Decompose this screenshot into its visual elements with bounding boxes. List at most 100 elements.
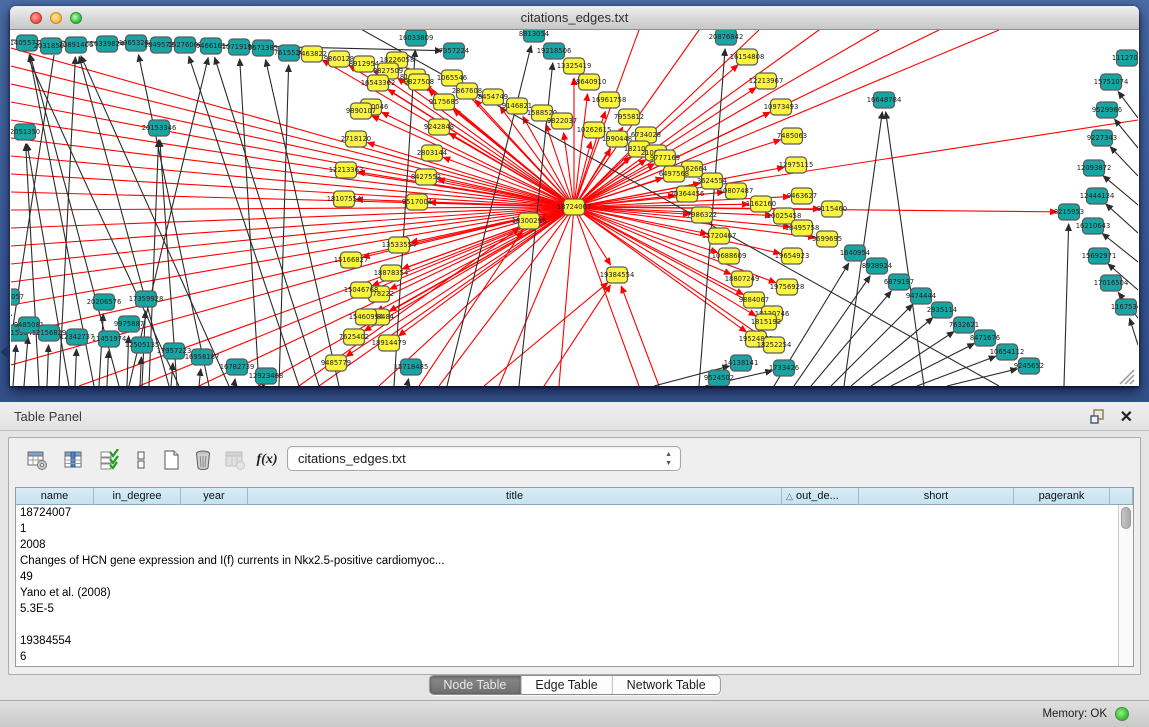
graph-edge[interactable] bbox=[402, 207, 574, 269]
graph-node[interactable]: 11451974 bbox=[92, 331, 127, 347]
graph-edge[interactable] bbox=[1106, 204, 1138, 233]
graph-node[interactable]: 12093872 bbox=[1077, 160, 1112, 176]
graph-node[interactable]: 18107554 bbox=[327, 191, 362, 207]
column-header-title[interactable]: title bbox=[248, 488, 782, 505]
tab-node-table[interactable]: Node Table bbox=[429, 676, 521, 694]
graph-node[interactable]: 9777169 bbox=[650, 150, 680, 166]
graph-node[interactable]: 9524502 bbox=[704, 370, 734, 386]
graph-node[interactable]: 9890107 bbox=[346, 103, 376, 119]
graph-node[interactable]: 12444134 bbox=[1080, 188, 1115, 204]
graph-node[interactable]: 9245652 bbox=[1014, 358, 1044, 374]
graph-edge[interactable] bbox=[240, 59, 259, 386]
graph-node[interactable]: 9175685 bbox=[429, 94, 459, 110]
graph-node[interactable]: 1733426 bbox=[769, 360, 799, 376]
graph-edge[interactable] bbox=[851, 318, 933, 386]
graph-node[interactable]: 20206576 bbox=[87, 294, 122, 310]
graph-node[interactable]: 8938924 bbox=[862, 258, 892, 274]
tab-network-table[interactable]: Network Table bbox=[613, 676, 720, 694]
graph-node[interactable]: 6497568 bbox=[659, 166, 689, 182]
graph-node[interactable]: 7357224 bbox=[439, 43, 469, 59]
graph-node[interactable]: 1162160 bbox=[746, 196, 776, 212]
graph-node[interactable]: 20891406 bbox=[59, 37, 94, 53]
graph-edge[interactable] bbox=[917, 356, 996, 386]
graph-node[interactable]: 9822037 bbox=[547, 113, 577, 129]
graph-node[interactable]: 16154808 bbox=[730, 49, 765, 65]
graph-node[interactable]: 15720407 bbox=[702, 228, 737, 244]
row-height-icon[interactable] bbox=[127, 446, 155, 474]
graph-edge[interactable] bbox=[372, 116, 574, 207]
graph-edge[interactable] bbox=[11, 207, 574, 210]
graph-edge[interactable] bbox=[419, 231, 522, 386]
show-columns-icon[interactable] bbox=[59, 446, 87, 474]
graph-node[interactable]: 15751074 bbox=[1094, 74, 1129, 90]
graph-edge[interactable] bbox=[1115, 119, 1138, 148]
column-header-short[interactable]: short bbox=[859, 488, 1014, 505]
graph-node[interactable]: 18640910 bbox=[572, 74, 607, 90]
graph-node[interactable]: 20153346 bbox=[142, 120, 177, 136]
tab-edge-table[interactable]: Edge Table bbox=[521, 676, 612, 694]
graph-node[interactable]: 10807487 bbox=[719, 183, 754, 199]
table-cell[interactable]: Changes of HCN gene expression and I(f) … bbox=[16, 553, 1133, 569]
graph-edge[interactable] bbox=[11, 48, 574, 207]
graph-node[interactable]: 9242848 bbox=[424, 119, 454, 135]
column-header-year[interactable]: year bbox=[181, 488, 248, 505]
graph-node[interactable]: 9699695 bbox=[812, 231, 842, 247]
graph-node[interactable]: 16648784 bbox=[867, 92, 902, 108]
graph-node[interactable]: 2803144 bbox=[417, 145, 447, 161]
graph-node[interactable]: 14138141 bbox=[724, 355, 759, 371]
graph-node[interactable]: 15718485 bbox=[394, 359, 429, 375]
graph-edge[interactable] bbox=[886, 112, 924, 386]
graph-node[interactable]: 8813054 bbox=[519, 30, 549, 42]
graph-edge[interactable] bbox=[11, 138, 574, 207]
graph-edge[interactable] bbox=[199, 369, 201, 386]
graph-node[interactable]: 7632621 bbox=[949, 317, 979, 333]
column-header-in_degree[interactable]: in_degree bbox=[94, 488, 181, 505]
graph-node[interactable]: 9529966 bbox=[1092, 102, 1122, 118]
graph-edge[interactable] bbox=[26, 144, 39, 386]
graph-edge[interactable] bbox=[171, 363, 173, 386]
graph-edge[interactable] bbox=[1130, 318, 1138, 345]
float-panel-icon[interactable] bbox=[1090, 409, 1105, 424]
table-cell[interactable]: 18724007 bbox=[16, 505, 1133, 521]
graph-edge[interactable] bbox=[1103, 176, 1138, 205]
graph-node[interactable]: 2935114 bbox=[927, 302, 957, 318]
graph-node[interactable]: 6879197 bbox=[884, 274, 914, 290]
graph-edge[interactable] bbox=[484, 283, 608, 386]
graph-edge[interactable] bbox=[13, 345, 16, 386]
graph-node[interactable]: 8215953 bbox=[1054, 204, 1084, 220]
graph-node[interactable]: 2718120 bbox=[341, 131, 371, 147]
graph-edge[interactable] bbox=[1110, 147, 1138, 176]
graph-node[interactable]: 16210643 bbox=[1076, 218, 1111, 234]
graph-node[interactable]: 12505135 bbox=[125, 337, 160, 353]
graph-node[interactable]: 10688609 bbox=[712, 248, 747, 264]
graph-node[interactable]: 15692971 bbox=[1082, 248, 1117, 264]
graph-node[interactable]: 10654112 bbox=[990, 344, 1025, 360]
graph-node[interactable]: 12213363 bbox=[329, 162, 364, 178]
graph-edge[interactable] bbox=[947, 369, 1017, 386]
table-cell[interactable]: Yano et al. (2008) bbox=[16, 585, 1133, 601]
table-cell[interactable]: 49 bbox=[16, 569, 1133, 585]
table-cell[interactable]: 1 bbox=[16, 521, 1133, 537]
graph-edge[interactable] bbox=[215, 57, 319, 386]
function-builder-icon[interactable]: f(x) bbox=[253, 446, 281, 474]
graph-node[interactable]: 17359928 bbox=[129, 291, 164, 307]
graph-node[interactable]: 9115460 bbox=[817, 201, 847, 217]
graph-node[interactable]: 12213967 bbox=[749, 73, 784, 89]
graph-node[interactable]: 20876842 bbox=[709, 30, 744, 45]
table-settings-icon[interactable] bbox=[23, 446, 51, 474]
graph-node[interactable]: 9463627 bbox=[787, 188, 817, 204]
graph-node[interactable]: 19218506 bbox=[537, 43, 572, 59]
graph-node[interactable]: 9227343 bbox=[1087, 130, 1117, 146]
table-scrollbar-thumb[interactable] bbox=[1121, 507, 1131, 529]
graph-node[interactable]: 9975887 bbox=[114, 316, 144, 332]
graph-node[interactable]: 7485063 bbox=[777, 128, 807, 144]
graph-node[interactable]: 19654923 bbox=[775, 248, 810, 264]
table-cell[interactable]: 2008 bbox=[16, 537, 1133, 553]
graph-edge[interactable] bbox=[621, 286, 659, 386]
graph-node[interactable]: 1167534 bbox=[1111, 299, 1138, 315]
graph-node[interactable]: 7625402 bbox=[339, 329, 369, 345]
graph-node[interactable]: 1112704 bbox=[1112, 50, 1138, 66]
graph-node[interactable]: 18878354 bbox=[374, 265, 409, 281]
graph-node[interactable]: 9827508 bbox=[404, 74, 434, 90]
graph-edge[interactable] bbox=[47, 345, 49, 386]
